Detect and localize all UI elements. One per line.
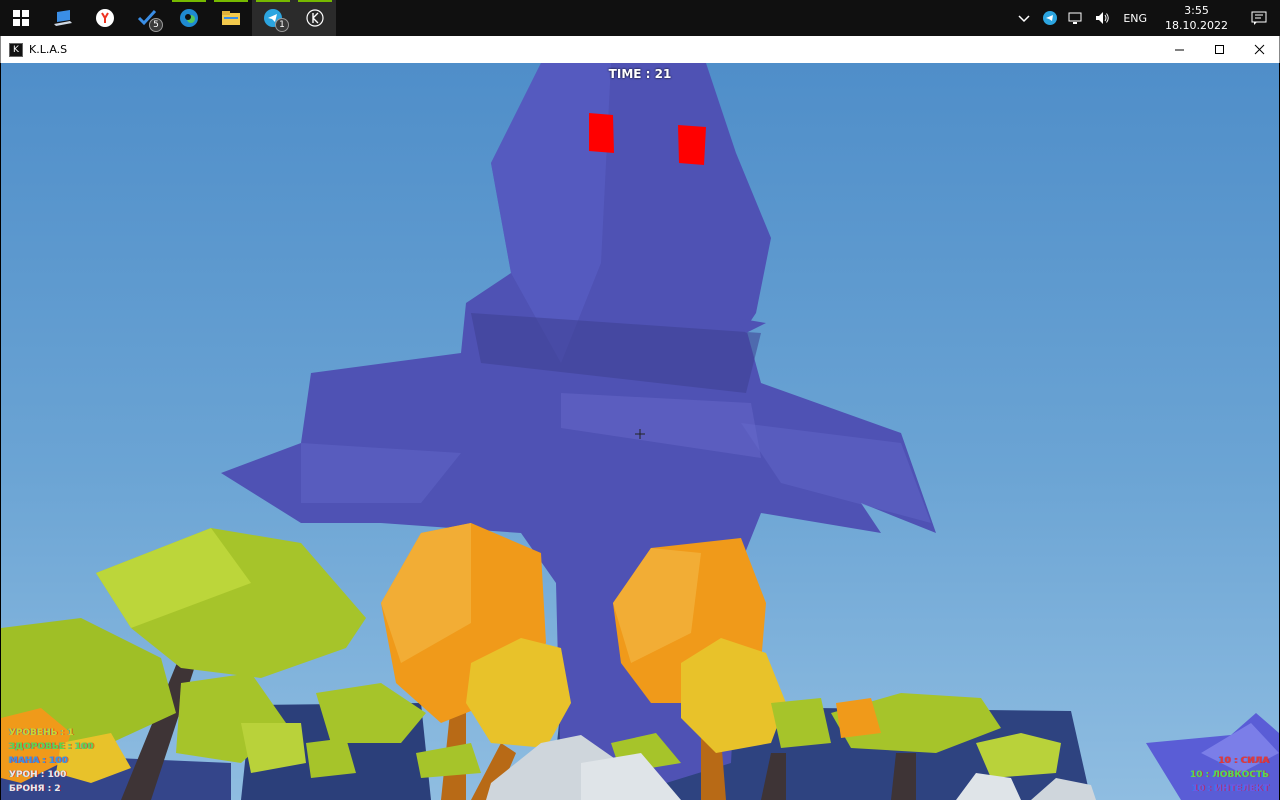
notification-icon (1251, 11, 1267, 25)
clock-date: 18.10.2022 (1165, 19, 1228, 32)
telegram-tray-icon (1043, 11, 1058, 25)
taskbar-todo-button[interactable]: 5 (126, 0, 168, 36)
laptop-icon (54, 10, 72, 26)
attr-strength: 10 : СИЛА (1218, 756, 1269, 766)
taskbar-klas-button[interactable] (294, 0, 336, 36)
monster-right-eye (678, 125, 706, 165)
attributes-hud: 10 : СИЛА 10 : ЛОВКОСТЬ 10 : ИНТЕЛЕКТ (1190, 754, 1269, 796)
game-timer: TIME : 21 (608, 67, 672, 81)
system-tray: ENG 3:55 18.10.2022 (1011, 0, 1280, 36)
window-title: K.L.A.S (29, 43, 68, 56)
stat-damage: УРОН : 100 (9, 770, 67, 780)
stat-health: ЗДОРОВЬЕ : 100 (9, 742, 94, 752)
chevron-up-icon (1018, 15, 1030, 23)
stat-mana: МАНА : 100 (9, 756, 69, 766)
notification-center-button[interactable] (1238, 0, 1280, 36)
app-logo-icon: K (9, 42, 23, 57)
todo-badge: 5 (149, 18, 163, 32)
close-button[interactable] (1239, 36, 1279, 63)
player-stats-hud: УРОВЕНЬ : 1 ЗДОРОВЬЕ : 100 МАНА : 100 УР… (9, 726, 94, 796)
maximize-button[interactable] (1199, 36, 1239, 63)
tray-volume-button[interactable] (1089, 0, 1115, 36)
taskbar-explorer-button[interactable] (210, 0, 252, 36)
klas-icon (306, 9, 324, 27)
window-controls (1159, 36, 1279, 63)
monster-left-eye (589, 113, 614, 153)
language-indicator[interactable]: ENG (1115, 0, 1155, 36)
stat-level: УРОВЕНЬ : 1 (9, 728, 74, 738)
folder-icon (222, 11, 240, 25)
edge-icon (180, 9, 198, 27)
crosshair-icon (635, 429, 645, 439)
game-viewport[interactable]: TIME : 21 УРОВЕНЬ : 1 ЗДОРОВЬЕ : 100 МАН… (1, 63, 1279, 800)
window-titlebar[interactable]: K K.L.A.S (0, 36, 1280, 63)
clock-time: 3:55 (1184, 4, 1209, 17)
attr-intellect: 10 : ИНТЕЛЕКТ (1192, 784, 1269, 794)
tray-overflow-button[interactable] (1011, 0, 1037, 36)
speaker-icon (1096, 12, 1110, 24)
trees (1, 523, 1279, 800)
minimize-button[interactable] (1159, 36, 1199, 63)
maximize-icon (1214, 45, 1224, 54)
start-button[interactable] (0, 0, 42, 36)
tray-telegram-button[interactable] (1037, 0, 1063, 36)
tray-network-button[interactable] (1063, 0, 1089, 36)
taskbar-yandex-button[interactable] (84, 0, 126, 36)
attr-agility: 10 : ЛОВКОСТЬ (1190, 770, 1269, 780)
taskbar-telegram-button[interactable]: 1 (252, 0, 294, 36)
clock[interactable]: 3:55 18.10.2022 (1155, 0, 1238, 36)
monster (221, 63, 936, 800)
close-icon (1254, 44, 1264, 55)
telegram-badge: 1 (275, 18, 289, 32)
yandex-icon (96, 9, 114, 27)
taskbar-desktop-button[interactable] (42, 0, 84, 36)
windows-logo-icon (13, 10, 29, 26)
network-icon (1068, 12, 1082, 24)
minimize-icon (1174, 49, 1184, 51)
stat-armor: БРОНЯ : 2 (9, 784, 61, 794)
taskbar-edge-button[interactable] (168, 0, 210, 36)
taskbar: 5 1 ENG 3:55 18.10.2022 (0, 0, 1280, 36)
